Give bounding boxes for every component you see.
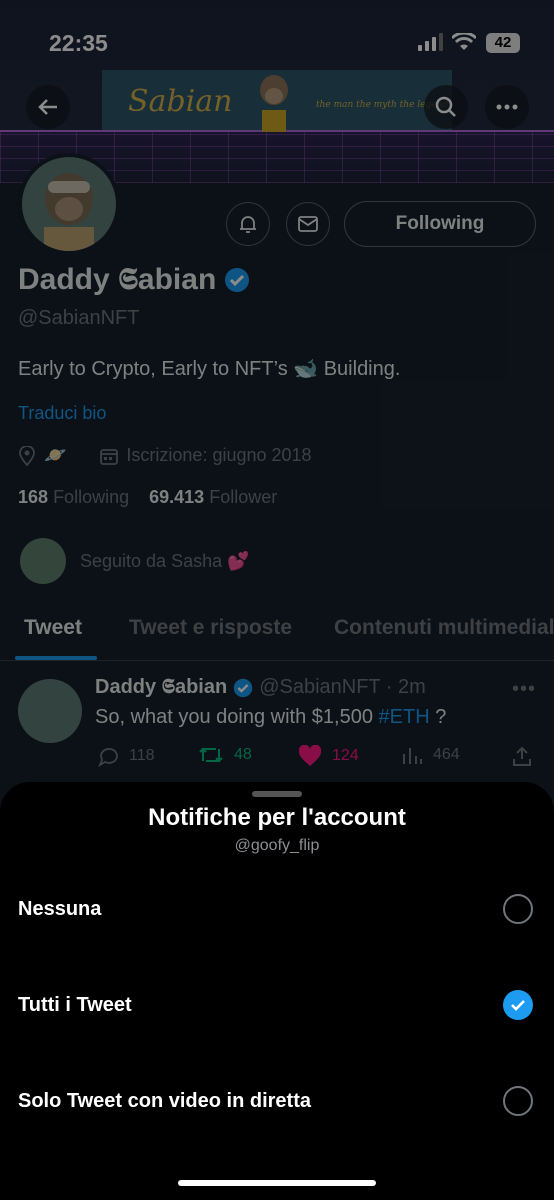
option-all-tweets[interactable]: Tutti i Tweet <box>0 968 554 1048</box>
option-label: Nessuna <box>18 898 102 920</box>
notifications-sheet: Notifiche per l'account @goofy_flip Ness… <box>0 782 554 1200</box>
sheet-grabber[interactable] <box>252 791 302 797</box>
option-label: Solo Tweet con video in diretta <box>18 1090 311 1112</box>
option-live-video[interactable]: Solo Tweet con video in diretta <box>0 1064 554 1144</box>
option-none[interactable]: Nessuna <box>0 872 554 952</box>
radio-unchecked-icon[interactable] <box>503 1086 533 1116</box>
home-indicator[interactable] <box>178 1180 376 1186</box>
sheet-title: Notifiche per l'account <box>148 804 406 831</box>
sheet-subtitle: @goofy_flip <box>234 837 320 854</box>
option-label: Tutti i Tweet <box>18 994 132 1016</box>
checkmark-icon <box>511 1000 525 1011</box>
radio-unchecked-icon[interactable] <box>503 894 533 924</box>
radio-checked-icon[interactable] <box>503 990 533 1020</box>
